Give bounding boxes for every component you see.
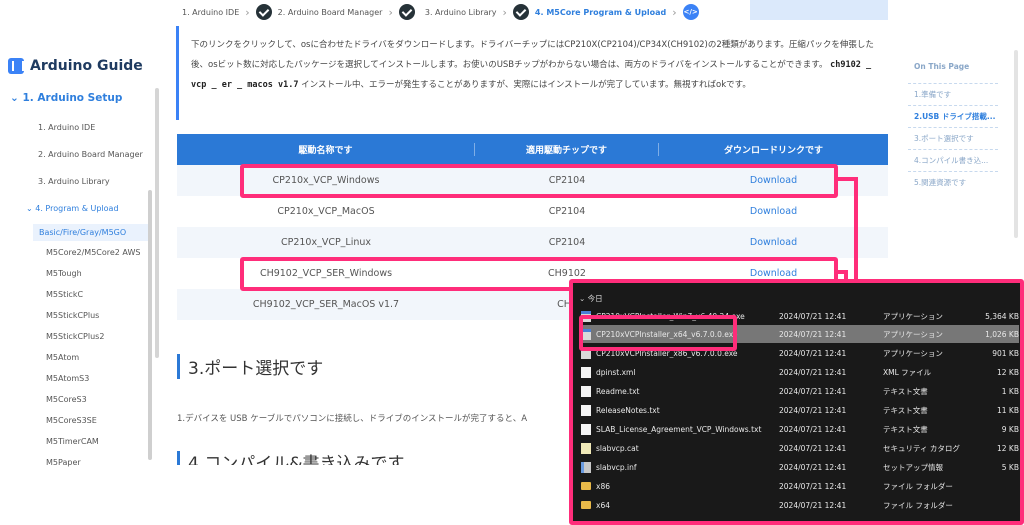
driver-chip: CP2104	[548, 237, 586, 248]
folder-row[interactable]: x86 2024/07/21 12:41 ファイル フォルダー	[581, 477, 1019, 495]
breadcrumb-step-1[interactable]: 1. Arduino IDE	[182, 8, 239, 17]
check-circle-icon	[255, 4, 272, 20]
sidebar-item-library[interactable]: 3. Arduino Library	[38, 177, 110, 186]
chevron-right-icon: ›	[672, 5, 677, 19]
driver-name: CH9102_VCP_SER_MacOS v1.7	[252, 299, 400, 310]
sidebar-item-basic[interactable]: Basic/Fire/Gray/M5GO	[33, 224, 148, 241]
sidebar: Arduino Guide ⌄ 1. Arduino Setup 1. Ardu…	[0, 0, 162, 525]
breadcrumb-step-4[interactable]: 4. M5Core Program & Upload	[535, 8, 666, 17]
page-scrollbar[interactable]	[1014, 50, 1018, 238]
sidebar-scrollbar-inner[interactable]	[148, 190, 152, 460]
sidebar-item-board-manager[interactable]: 2. Arduino Board Manager	[38, 150, 143, 159]
file-row[interactable]: slabvcp.cat 2024/07/21 12:41 セキュリティ カタログ…	[581, 439, 1019, 457]
breadcrumb-step-3[interactable]: 3. Arduino Library	[425, 8, 497, 17]
sidebar-section-arduino-setup[interactable]: ⌄ 1. Arduino Setup	[10, 92, 122, 104]
file-row[interactable]: dpinst.xml 2024/07/21 12:41 XML ファイル 12 …	[581, 363, 1019, 381]
code-icon: </>	[682, 4, 699, 20]
table-header: 駆動名称です 適用駆動チップです ダウンロードリンクです	[177, 134, 888, 165]
driver-name: CP210x_VCP_Linux	[280, 237, 372, 248]
sidebar-item-stickc[interactable]: M5StickC	[46, 290, 83, 299]
sidebar-item-atoms3[interactable]: M5AtomS3	[46, 374, 89, 383]
doc-icon	[581, 423, 591, 435]
check-circle-icon	[398, 4, 415, 20]
book-icon	[8, 58, 24, 74]
catalog-icon	[581, 442, 591, 454]
doc-icon	[581, 366, 591, 378]
chevron-right-icon: ›	[502, 5, 507, 19]
doc-icon	[581, 404, 591, 416]
folder-row[interactable]: x64 2024/07/21 12:41 ファイル フォルダー	[581, 496, 1019, 514]
download-link[interactable]: Download	[750, 206, 797, 217]
toc-item-active[interactable]: 2.USB ドライブ搭載...	[908, 105, 998, 127]
setup-info-icon	[581, 461, 591, 473]
doc-icon	[581, 385, 591, 397]
sidebar-item-paper[interactable]: M5Paper	[46, 458, 81, 467]
toc-item[interactable]: 4.コンパイル書き込...	[908, 149, 998, 171]
breadcrumb: 1. Arduino IDE › 2. Arduino Board Manage…	[182, 0, 699, 24]
file-row[interactable]: ReleaseNotes.txt 2024/07/21 12:41 テキスト文書…	[581, 401, 1019, 419]
sidebar-item-core2[interactable]: M5Core2/M5Core2 AWS	[46, 248, 140, 257]
toc-title: On This Page	[914, 62, 970, 71]
toc-item[interactable]: 3.ポート選択です	[908, 127, 998, 149]
toc-item[interactable]: 5.関連資源です	[908, 171, 998, 193]
toc-item[interactable]: 1.準備です	[908, 83, 998, 105]
file-row[interactable]: Readme.txt 2024/07/21 12:41 テキスト文書 1 KB	[581, 382, 1019, 400]
file-row[interactable]: SLAB_License_Agreement_VCP_Windows.txt 2…	[581, 420, 1019, 438]
sidebar-item-stickcplus2[interactable]: M5StickCPlus2	[46, 332, 104, 341]
notice-text-after: インストール中、エラーが発生することがありますが、実際にはインストールが完了して…	[301, 80, 751, 90]
sidebar-item-cores3se[interactable]: M5CoreS3SE	[46, 416, 97, 425]
section-3-paragraph: 1.デバイスを USB ケーブルでパソコンに接続し、ドライブのインストールが完了…	[177, 414, 528, 424]
driver-name: CP210x_VCP_MacOS	[277, 206, 375, 217]
top-decoration	[750, 0, 888, 20]
check-circle-icon	[512, 4, 529, 20]
sidebar-item-cores3[interactable]: M5CoreS3	[46, 395, 87, 404]
breadcrumb-step-2[interactable]: 2. Arduino Board Manager	[278, 8, 383, 17]
header-chip: 適用駆動チップです	[475, 143, 659, 156]
sidebar-item-timercam[interactable]: M5TimerCAM	[46, 437, 99, 446]
driver-chip: CP2104	[548, 206, 586, 217]
brand[interactable]: Arduino Guide	[8, 58, 143, 74]
chevron-right-icon: ›	[245, 5, 250, 19]
folder-icon	[581, 482, 591, 490]
driver-notice: 下のリンクをクリックして、osに合わせたドライバをダウンロードします。ドライバー…	[176, 26, 888, 120]
group-header[interactable]: ⌄ 今日	[579, 293, 603, 304]
header-driver-name: 駆動名称です	[177, 143, 475, 156]
download-link[interactable]: Download	[750, 237, 797, 248]
sidebar-item-atom[interactable]: M5Atom	[46, 353, 79, 362]
brand-title: Arduino Guide	[30, 58, 143, 74]
section-3-title: 3.ポート選択です	[177, 354, 323, 379]
highlight-box	[240, 164, 838, 198]
sidebar-item-program-upload[interactable]: ⌄ 4. Program & Upload	[26, 204, 119, 213]
sidebar-item-arduino-ide[interactable]: 1. Arduino IDE	[38, 123, 95, 132]
table-row: CP210x_VCP_MacOS CP2104 Download	[177, 196, 888, 227]
notice-text: 下のリンクをクリックして、osに合わせたドライバをダウンロードします。ドライバー…	[191, 40, 874, 70]
highlight-box	[579, 315, 737, 351]
section-4-title: 4.コンパイル&書き込みです	[177, 451, 404, 465]
chevron-right-icon: ›	[388, 5, 393, 19]
sidebar-item-stickcplus[interactable]: M5StickCPlus	[46, 311, 99, 320]
file-row[interactable]: slabvcp.inf 2024/07/21 12:41 セットアップ情報 5 …	[581, 458, 1019, 476]
sidebar-scrollbar[interactable]	[155, 88, 159, 358]
folder-icon	[581, 501, 591, 509]
header-link: ダウンロードリンクです	[723, 146, 823, 156]
sidebar-item-tough[interactable]: M5Tough	[46, 269, 82, 278]
on-this-page: On This Page 1.準備です 2.USB ドライブ搭載... 3.ポー…	[908, 62, 998, 193]
table-row: CP210x_VCP_Linux CP2104 Download	[177, 227, 888, 258]
